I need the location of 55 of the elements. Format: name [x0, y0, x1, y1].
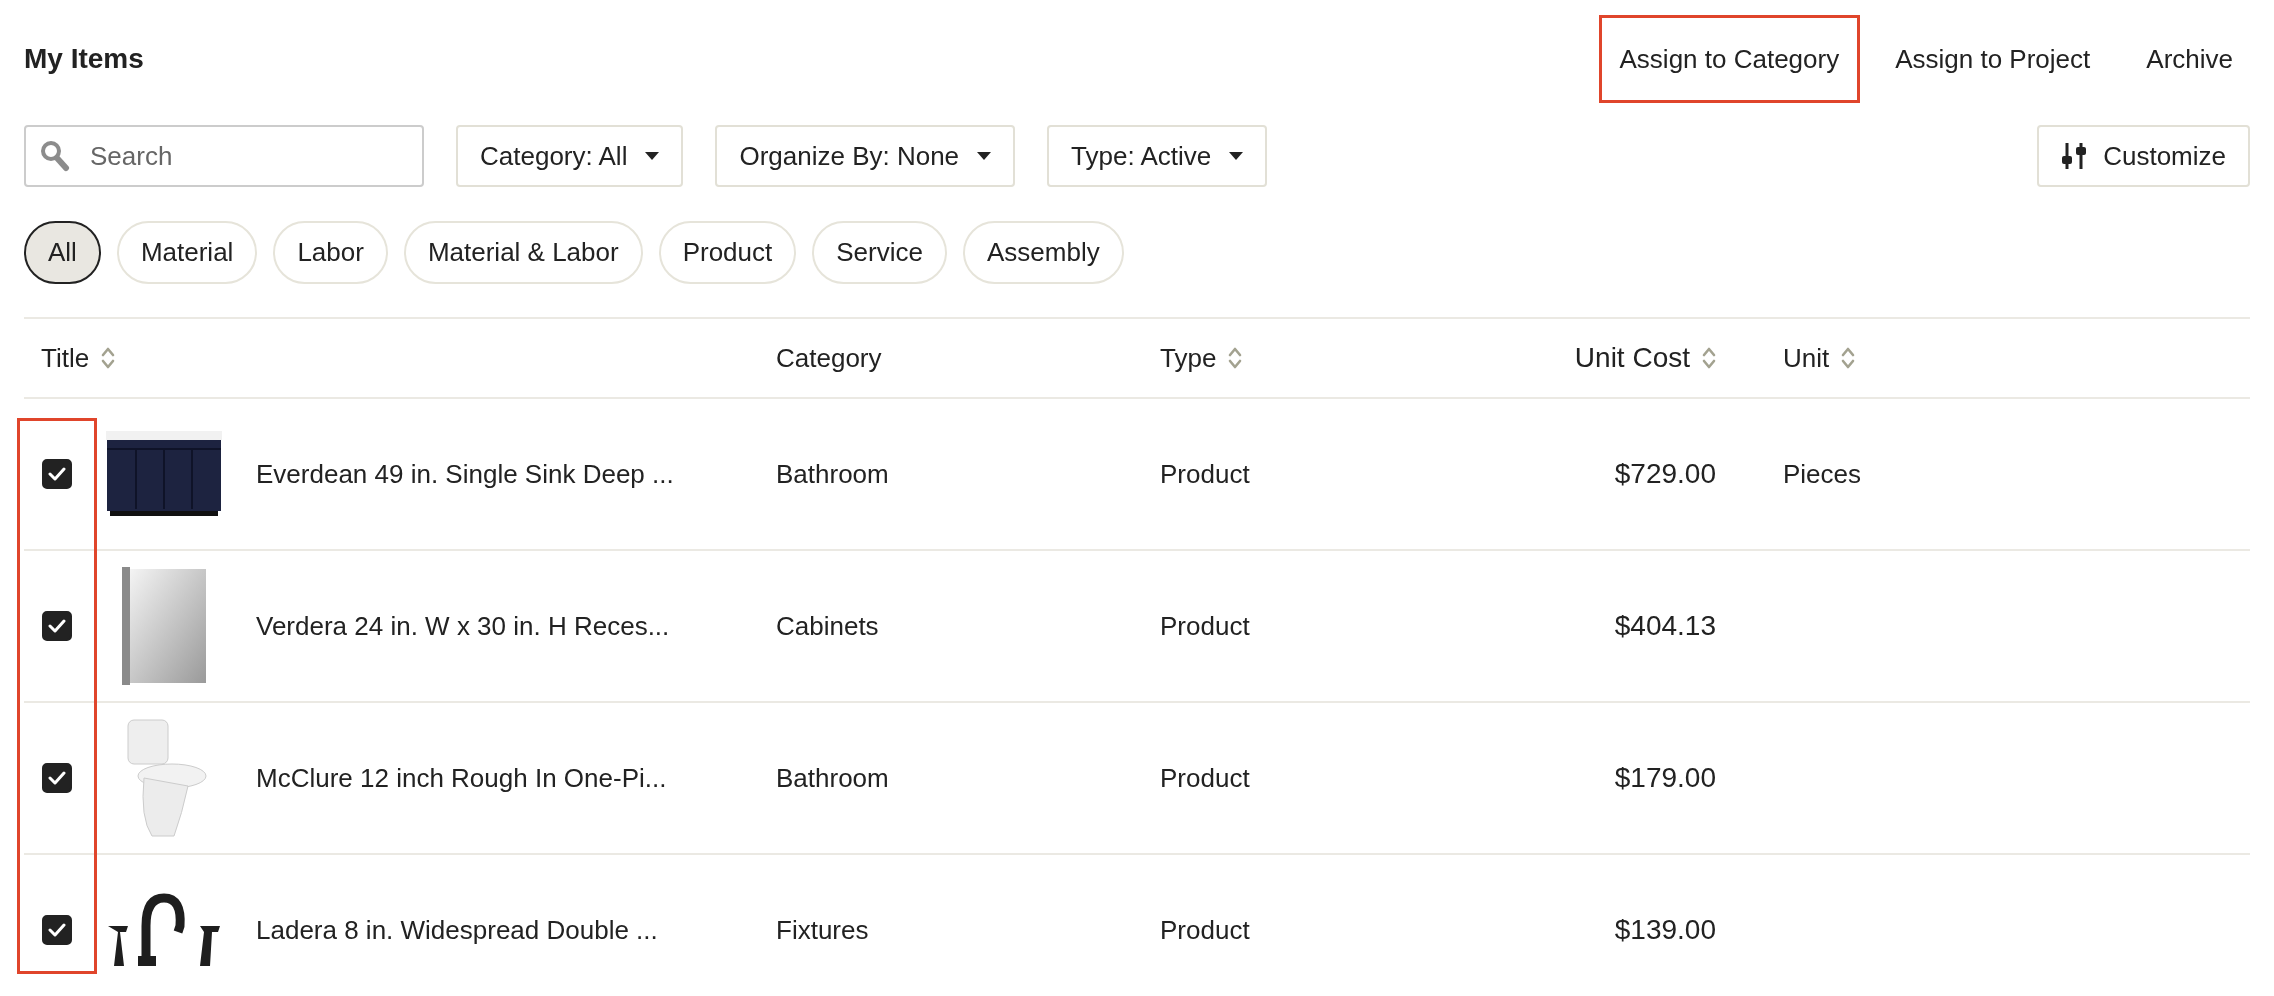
filter-dropdown[interactable]: Category: All — [456, 125, 684, 187]
checkmark-icon — [48, 619, 66, 633]
column-header[interactable]: Title — [41, 342, 90, 374]
action-button[interactable]: Assign to Project — [1874, 15, 2112, 103]
action-button[interactable]: Archive — [2125, 15, 2254, 103]
column-header[interactable]: Type — [1160, 342, 1217, 374]
search-icon — [40, 140, 70, 172]
filter-dropdown[interactable]: Organize By: None — [715, 125, 1016, 187]
search-field[interactable]: Search — [24, 125, 424, 187]
sort-icon[interactable] — [1841, 346, 1856, 370]
table-cell: McClure 12 inch Rough In One-Pi... — [256, 762, 667, 794]
row-checkbox[interactable] — [42, 763, 72, 793]
filter-dropdown[interactable]: Type: Active — [1047, 125, 1268, 187]
type-chip[interactable]: Product — [658, 221, 797, 284]
table-cell: $139.00 — [1614, 914, 1716, 946]
column-header[interactable]: Unit Cost — [1574, 342, 1690, 374]
sort-icon[interactable] — [101, 346, 116, 370]
type-chip[interactable]: Material — [116, 221, 258, 284]
table-cell: $404.13 — [1614, 610, 1716, 642]
type-chip[interactable]: Labor — [273, 221, 388, 284]
table-cell: $729.00 — [1614, 458, 1716, 490]
table-cell: Product — [1160, 610, 1250, 642]
table-cell: Ladera 8 in. Widespread Double ... — [256, 914, 658, 946]
type-chip[interactable]: Service — [812, 221, 947, 284]
table-cell: Verdera 24 in. W x 30 in. H Reces... — [256, 610, 670, 642]
table-cell: Everdean 49 in. Single Sink Deep ... — [256, 458, 674, 490]
column-header[interactable]: Unit — [1783, 342, 1830, 374]
row-checkbox[interactable] — [42, 459, 72, 489]
checkmark-icon — [48, 771, 66, 785]
column-header: Category — [776, 342, 882, 374]
type-chip[interactable]: All — [24, 221, 101, 284]
sliders-icon — [2061, 142, 2088, 170]
customize-button[interactable]: Customize — [2037, 125, 2250, 187]
type-chip[interactable]: Assembly — [962, 221, 1124, 284]
table-cell: Bathroom — [776, 762, 889, 794]
sort-icon[interactable] — [1228, 346, 1243, 370]
table-cell: Pieces — [1783, 458, 1862, 490]
table-cell: Fixtures — [776, 914, 869, 946]
table-cell: Product — [1160, 762, 1250, 794]
page-title: My Items — [24, 43, 144, 75]
row-checkbox[interactable] — [42, 611, 72, 641]
caret-icon — [645, 152, 660, 160]
table-cell: Product — [1160, 914, 1250, 946]
caret-icon — [1229, 152, 1244, 160]
row-checkbox[interactable] — [42, 915, 72, 945]
table-cell: Bathroom — [776, 458, 889, 490]
checkmark-icon — [48, 467, 66, 481]
checkmark-icon — [48, 923, 66, 937]
table-cell: Cabinets — [776, 610, 879, 642]
table-cell: $179.00 — [1614, 762, 1716, 794]
table-cell: Product — [1160, 458, 1250, 490]
caret-icon — [977, 152, 992, 160]
type-chip[interactable]: Material & Labor — [403, 221, 643, 284]
sort-icon[interactable] — [1702, 346, 1716, 370]
action-button[interactable]: Assign to Category — [1598, 15, 1861, 103]
